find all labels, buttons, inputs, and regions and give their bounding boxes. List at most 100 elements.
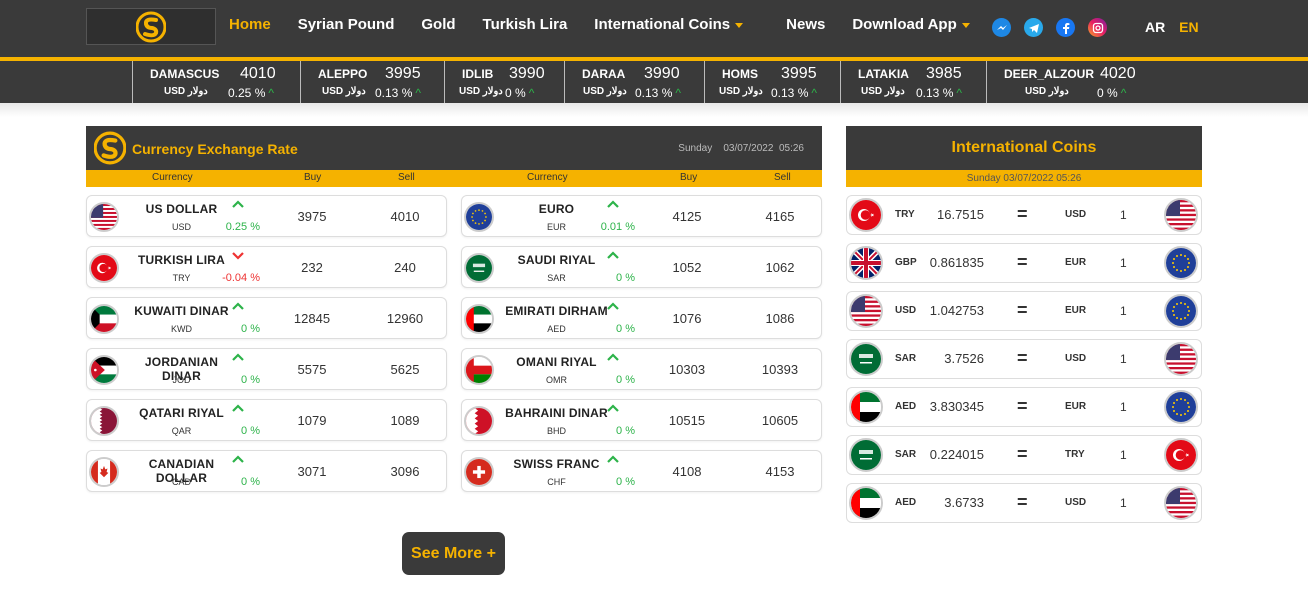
currency-sell: 3096 — [390, 464, 420, 479]
aed-flag-icon — [464, 304, 494, 334]
currency-buy: 10515 — [668, 413, 706, 428]
ticker-item[interactable]: HOMS 3995 USD دولار 0.13 % ^ — [704, 61, 840, 103]
chevron-down-icon — [961, 22, 970, 28]
currency-row-qar[interactable]: QATARI RIYAL QAR 0 % 1079 1089 — [86, 399, 447, 441]
currency-name: SWISS FRANC — [513, 457, 600, 471]
ticker-item[interactable]: DARAA 3990 USD دولار 0.13 % ^ — [564, 61, 704, 103]
currency-row-usd[interactable]: US DOLLAR USD 0.25 % 3975 4010 — [86, 195, 447, 237]
currency-name: EURO — [538, 202, 575, 216]
nav-news[interactable]: News — [786, 16, 825, 33]
intl-unit: 1 — [1120, 448, 1127, 462]
nav-gold[interactable]: Gold — [421, 16, 455, 33]
currency-sell: 4153 — [765, 464, 795, 479]
nav-download-app[interactable]: Download App — [852, 16, 970, 33]
currency-row-aed[interactable]: EMIRATI DIRHAM AED 0 % 1076 1086 — [461, 297, 822, 339]
intl-unit: 1 — [1120, 256, 1127, 270]
intl-coin-row[interactable]: AED 3.6733 = USD 1 — [846, 483, 1202, 523]
currency-sell: 5625 — [390, 362, 420, 377]
currency-row-sar[interactable]: SAUDI RIYAL SAR 0 % 1052 1062 — [461, 246, 822, 288]
ticker-item[interactable]: DAMASCUS 4010 USD دولار 0.25 % ^ — [132, 61, 278, 103]
currency-row-chf[interactable]: SWISS FRANC CHF 0 % 4108 4153 — [461, 450, 822, 492]
currency-change: 0.01 % — [600, 221, 635, 233]
currency-sell: 1062 — [765, 260, 795, 275]
intl-to-code: TRY — [1065, 449, 1085, 460]
intl-coin-row[interactable]: USD 1.042753 = EUR 1 — [846, 291, 1202, 331]
instagram-icon[interactable] — [1088, 18, 1107, 37]
col-buy: Buy — [304, 172, 322, 183]
arrow-up-icon: ^ — [675, 86, 681, 100]
ticker-currency: USD دولار — [583, 86, 627, 97]
arrow-up-icon — [231, 455, 245, 464]
ticker-currency: USD دولار — [164, 86, 208, 97]
telegram-icon[interactable] — [1024, 18, 1043, 37]
site-logo[interactable] — [86, 8, 216, 45]
equals-sign: = — [1017, 204, 1028, 224]
currency-row-omr[interactable]: OMANI RIYAL OMR 0 % 10303 10393 — [461, 348, 822, 390]
ticker-item[interactable]: ALEPPO 3995 USD دولار 0.13 % ^ — [300, 61, 440, 103]
ticker-shadow — [0, 103, 1308, 117]
facebook-icon[interactable] — [1056, 18, 1075, 37]
ticker-price: 3995 — [385, 65, 421, 82]
intl-coin-row[interactable]: TRY 16.7515 = USD 1 — [846, 195, 1202, 235]
currency-sell: 4010 — [390, 209, 420, 224]
usd-flag-icon — [1164, 198, 1198, 232]
intl-rate: 16.7515 — [937, 207, 984, 222]
nav-syrian-pound[interactable]: Syrian Pound — [298, 16, 395, 33]
currency-row-bhd[interactable]: BAHRAINI DINAR BHD 0 % 10515 10605 — [461, 399, 822, 441]
arrow-up-icon: ^ — [1120, 86, 1127, 100]
usd-flag-icon — [849, 294, 883, 328]
intl-from-code: SAR — [895, 449, 917, 460]
intl-from-code: TRY — [895, 209, 915, 220]
currency-sell: 240 — [394, 260, 416, 275]
ticker-change: 0 % ^ — [1097, 86, 1126, 100]
currency-buy: 232 — [301, 260, 323, 275]
ticker-item[interactable]: DEER_ALZOUR 4020 USD دولار 0 % ^ — [986, 61, 1146, 103]
intl-unit: 1 — [1120, 352, 1127, 366]
ticker-city: DEER_ALZOUR — [1004, 67, 1095, 81]
currency-row-cad[interactable]: CANADIAN DOLLAR CAD 0 % 3071 3096 — [86, 450, 447, 492]
arrow-down-icon — [231, 251, 245, 260]
city-price-ticker: DAMASCUS 4010 USD دولار 0.25 % ^ ALEPPO 3… — [0, 61, 1308, 103]
lang-ar[interactable]: AR — [1145, 19, 1165, 35]
exchange-panel-title: Currency Exchange Rate — [132, 141, 298, 157]
ticker-change: 0.13 % ^ — [916, 86, 962, 100]
currency-name: BAHRAINI DINAR — [505, 406, 608, 420]
ticker-price: 3990 — [644, 65, 680, 82]
nav-international-coins-label: International Coins — [594, 16, 731, 33]
intl-coin-row[interactable]: SAR 3.7526 = USD 1 — [846, 339, 1202, 379]
currency-change: 0 % — [616, 374, 635, 386]
logo-icon — [94, 131, 126, 165]
messenger-icon[interactable] — [992, 18, 1011, 37]
lang-en[interactable]: EN — [1179, 19, 1198, 35]
currency-change: 0 % — [616, 272, 635, 284]
ticker-change: 0.25 % ^ — [228, 86, 274, 100]
intl-coin-row[interactable]: SAR 0.224015 = TRY 1 — [846, 435, 1202, 475]
currency-name: US DOLLAR — [145, 202, 218, 216]
col-currency: Currency — [152, 172, 193, 183]
see-more-button[interactable]: See More + — [402, 532, 505, 575]
intl-from-code: GBP — [895, 257, 917, 268]
intl-coin-row[interactable]: AED 3.830345 = EUR 1 — [846, 387, 1202, 427]
currency-sell: 1089 — [390, 413, 420, 428]
intl-coin-row[interactable]: GBP 0.861835 = EUR 1 — [846, 243, 1202, 283]
equals-sign: = — [1017, 396, 1028, 416]
gbp-flag-icon — [849, 246, 883, 280]
main-nav: Home Syrian Pound Gold Turkish Lira Inte… — [229, 16, 997, 33]
nav-turkish-lira[interactable]: Turkish Lira — [483, 16, 568, 33]
intl-coins-date: Sunday 03/07/2022 05:26 — [846, 170, 1202, 187]
eur-flag-icon — [464, 202, 494, 232]
currency-row-try[interactable]: TURKISH LIRA TRY -0.04 % 232 240 — [86, 246, 447, 288]
ticker-item[interactable]: IDLIB 3990 USD دولار 0 % ^ — [444, 61, 564, 103]
currency-name: EMIRATI DIRHAM — [505, 304, 608, 318]
intl-unit: 1 — [1120, 496, 1127, 510]
currency-row-jod[interactable]: JORDANIAN DINAR JOD 0 % 5575 5625 — [86, 348, 447, 390]
ticker-item[interactable]: LATAKIA 3985 USD دولار 0.13 % ^ — [840, 61, 986, 103]
nav-home[interactable]: Home — [229, 16, 271, 33]
nav-international-coins[interactable]: International Coins — [594, 16, 744, 33]
intl-to-code: EUR — [1065, 401, 1087, 412]
currency-buy: 1079 — [297, 413, 327, 428]
col-sell: Sell — [398, 172, 415, 183]
currency-row-eur[interactable]: EURO EUR 0.01 % 4125 4165 — [461, 195, 822, 237]
currency-row-kwd[interactable]: KUWAITI DINAR KWD 0 % 12845 12960 — [86, 297, 447, 339]
arrow-up-icon — [606, 200, 620, 209]
